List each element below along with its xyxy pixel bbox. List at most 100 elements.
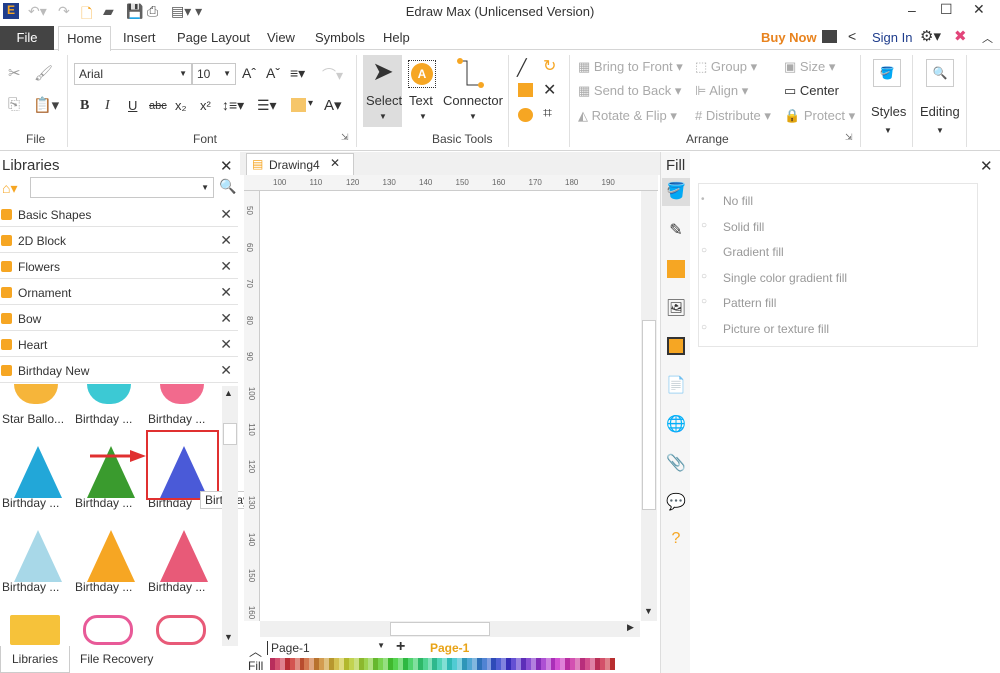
close-library-icon[interactable]: ✕ [220, 232, 232, 249]
radio-icon[interactable]: ○ [701, 322, 707, 333]
library-item[interactable]: Birthday New ✕ [0, 359, 238, 383]
library-item[interactable]: Basic Shapes ✕ [0, 203, 238, 227]
bullets-icon[interactable]: ☰▾ [257, 97, 277, 114]
fill-panel-icon[interactable]: 🪣 [664, 181, 688, 205]
sign-in-link[interactable]: Sign In [872, 30, 912, 45]
tab-insert[interactable]: Insert [123, 30, 156, 45]
shape-thumbnail[interactable] [156, 615, 206, 645]
library-search-input[interactable]: ▼ [30, 177, 214, 198]
collapse-ribbon-icon[interactable]: ︿ [982, 30, 993, 46]
line-spacing-icon[interactable]: ↕≡▾ [222, 97, 244, 114]
ellipse-tool-icon[interactable] [518, 108, 533, 122]
paste-icon[interactable]: 📋▾ [33, 96, 59, 114]
fill-option[interactable]: ○ Single color gradient fill [701, 271, 847, 285]
library-item[interactable]: Heart ✕ [0, 333, 238, 357]
fill-option[interactable]: ○ Gradient fill [701, 245, 784, 259]
center-button[interactable]: ▭ Center [784, 83, 839, 99]
comment-icon[interactable]: 💬 [664, 492, 688, 516]
format-painter-icon[interactable]: 🖌 [34, 64, 53, 82]
text-tool-button[interactable]: A [408, 60, 436, 88]
close-libraries-button[interactable]: ✕ [220, 157, 233, 175]
help-icon[interactable]: ? [664, 530, 688, 554]
close-library-icon[interactable]: ✕ [220, 284, 232, 301]
fill-option[interactable]: ○ Solid fill [701, 220, 764, 234]
minimize-button[interactable]: – [908, 2, 916, 18]
font-dialog-launcher[interactable]: ⇲ [341, 132, 349, 143]
palette-swatch[interactable] [609, 658, 615, 670]
close-library-icon[interactable]: ✕ [220, 336, 232, 353]
bold-button[interactable]: B [80, 98, 89, 114]
close-library-icon[interactable]: ✕ [220, 362, 232, 379]
editing-button[interactable]: Editing [920, 104, 960, 119]
tab-libraries[interactable]: Libraries [0, 646, 70, 673]
share-box-icon[interactable] [822, 30, 837, 43]
fill-option[interactable]: ○ Pattern fill [701, 296, 776, 310]
shrink-font-icon[interactable]: Aˇ [266, 65, 280, 81]
canvas-vscroll-thumb[interactable] [642, 320, 656, 510]
fill-option[interactable]: • No fill [701, 194, 753, 208]
shape-thumbnail[interactable] [14, 530, 62, 582]
shape-thumbnail[interactable] [14, 446, 62, 498]
crop-tool-icon[interactable]: ⌗ [543, 105, 552, 123]
radio-icon[interactable]: ○ [701, 220, 707, 231]
font-family-select[interactable]: Arial ▼ [74, 63, 192, 85]
highlight-icon[interactable] [291, 98, 306, 112]
rectangle-tool-icon[interactable] [518, 83, 533, 97]
library-item[interactable]: 2D Block ✕ [0, 229, 238, 253]
italic-button[interactable]: I [105, 98, 110, 114]
home-icon[interactable]: ⌂▾ [2, 180, 17, 197]
shape-thumbnail[interactable] [10, 615, 60, 645]
apps-icon[interactable]: ✖ [954, 27, 967, 45]
radio-icon[interactable]: ○ [701, 245, 707, 256]
close-document-icon[interactable]: ✕ [330, 156, 340, 170]
line-panel-icon[interactable]: ✎ [664, 220, 688, 244]
group-button[interactable]: ⬚ Group ▾ [695, 59, 757, 75]
close-library-icon[interactable]: ✕ [220, 206, 232, 223]
arc-tool-icon[interactable]: ↻ [543, 56, 556, 76]
tab-drawing4[interactable]: ▤ Drawing4 ✕ [246, 153, 354, 175]
underline-button[interactable]: U [128, 98, 137, 113]
styles-icon[interactable]: 🪣 [873, 59, 901, 87]
library-item[interactable]: Flowers ✕ [0, 255, 238, 279]
superscript-button[interactable]: x² [200, 98, 211, 113]
line-tool-icon[interactable]: ╱ [517, 58, 527, 78]
library-item[interactable]: Ornament ✕ [0, 281, 238, 305]
gallery-scroll-thumb[interactable] [223, 423, 237, 445]
shape-thumbnail[interactable] [87, 530, 135, 582]
strikethrough-button[interactable]: abc [149, 100, 167, 112]
gear-icon[interactable]: ⚙▾ [920, 27, 941, 45]
arrange-dialog-launcher[interactable]: ⇲ [845, 132, 853, 143]
intersect-tool-icon[interactable]: ✕ [543, 80, 556, 100]
tab-view[interactable]: View [267, 30, 295, 45]
share-icon[interactable]: < [848, 28, 856, 44]
font-size-select[interactable]: 10 ▼ [192, 63, 236, 85]
font-color-icon[interactable]: A▾ [324, 96, 342, 114]
protect-button[interactable]: 🔒 Protect ▾ [784, 108, 855, 124]
cut-icon[interactable]: ✂ [8, 64, 21, 82]
color-palette[interactable] [270, 658, 615, 670]
tab-file-recovery[interactable]: File Recovery [80, 652, 153, 666]
align-icon[interactable]: ≡▾ [290, 65, 305, 82]
tab-file[interactable]: File [0, 26, 54, 50]
tab-help[interactable]: Help [383, 30, 410, 45]
radio-icon[interactable]: ○ [701, 296, 707, 307]
expand-pages-icon[interactable]: ︿ [249, 641, 262, 660]
close-button[interactable]: ✕ [973, 1, 985, 18]
search-icon[interactable]: 🔍 [926, 59, 954, 87]
canvas-hscroll-thumb[interactable] [390, 622, 490, 636]
close-library-icon[interactable]: ✕ [220, 258, 232, 275]
shape-thumbnail[interactable] [160, 530, 208, 582]
page-tab-1[interactable]: Page-1 [430, 641, 469, 655]
scroll-down-icon[interactable]: ▼ [224, 632, 233, 642]
library-item[interactable]: Bow ✕ [0, 307, 238, 331]
rotate-flip-button[interactable]: ◭ Rotate & Flip ▾ [578, 108, 677, 124]
add-page-button[interactable]: + [396, 638, 405, 656]
page-properties-icon[interactable]: 📄 [664, 375, 688, 399]
bring-to-front-button[interactable]: ▦ Bring to Front ▾ [578, 59, 683, 75]
distribute-button[interactable]: # Distribute ▾ [695, 108, 771, 124]
subscript-button[interactable]: x₂ [175, 98, 187, 113]
copy-icon[interactable]: ⎘ [8, 96, 20, 113]
align-button[interactable]: ⊫ Align ▾ [695, 83, 748, 99]
close-library-icon[interactable]: ✕ [220, 310, 232, 327]
curve-text-icon[interactable]: ⌒▾ [322, 65, 343, 85]
